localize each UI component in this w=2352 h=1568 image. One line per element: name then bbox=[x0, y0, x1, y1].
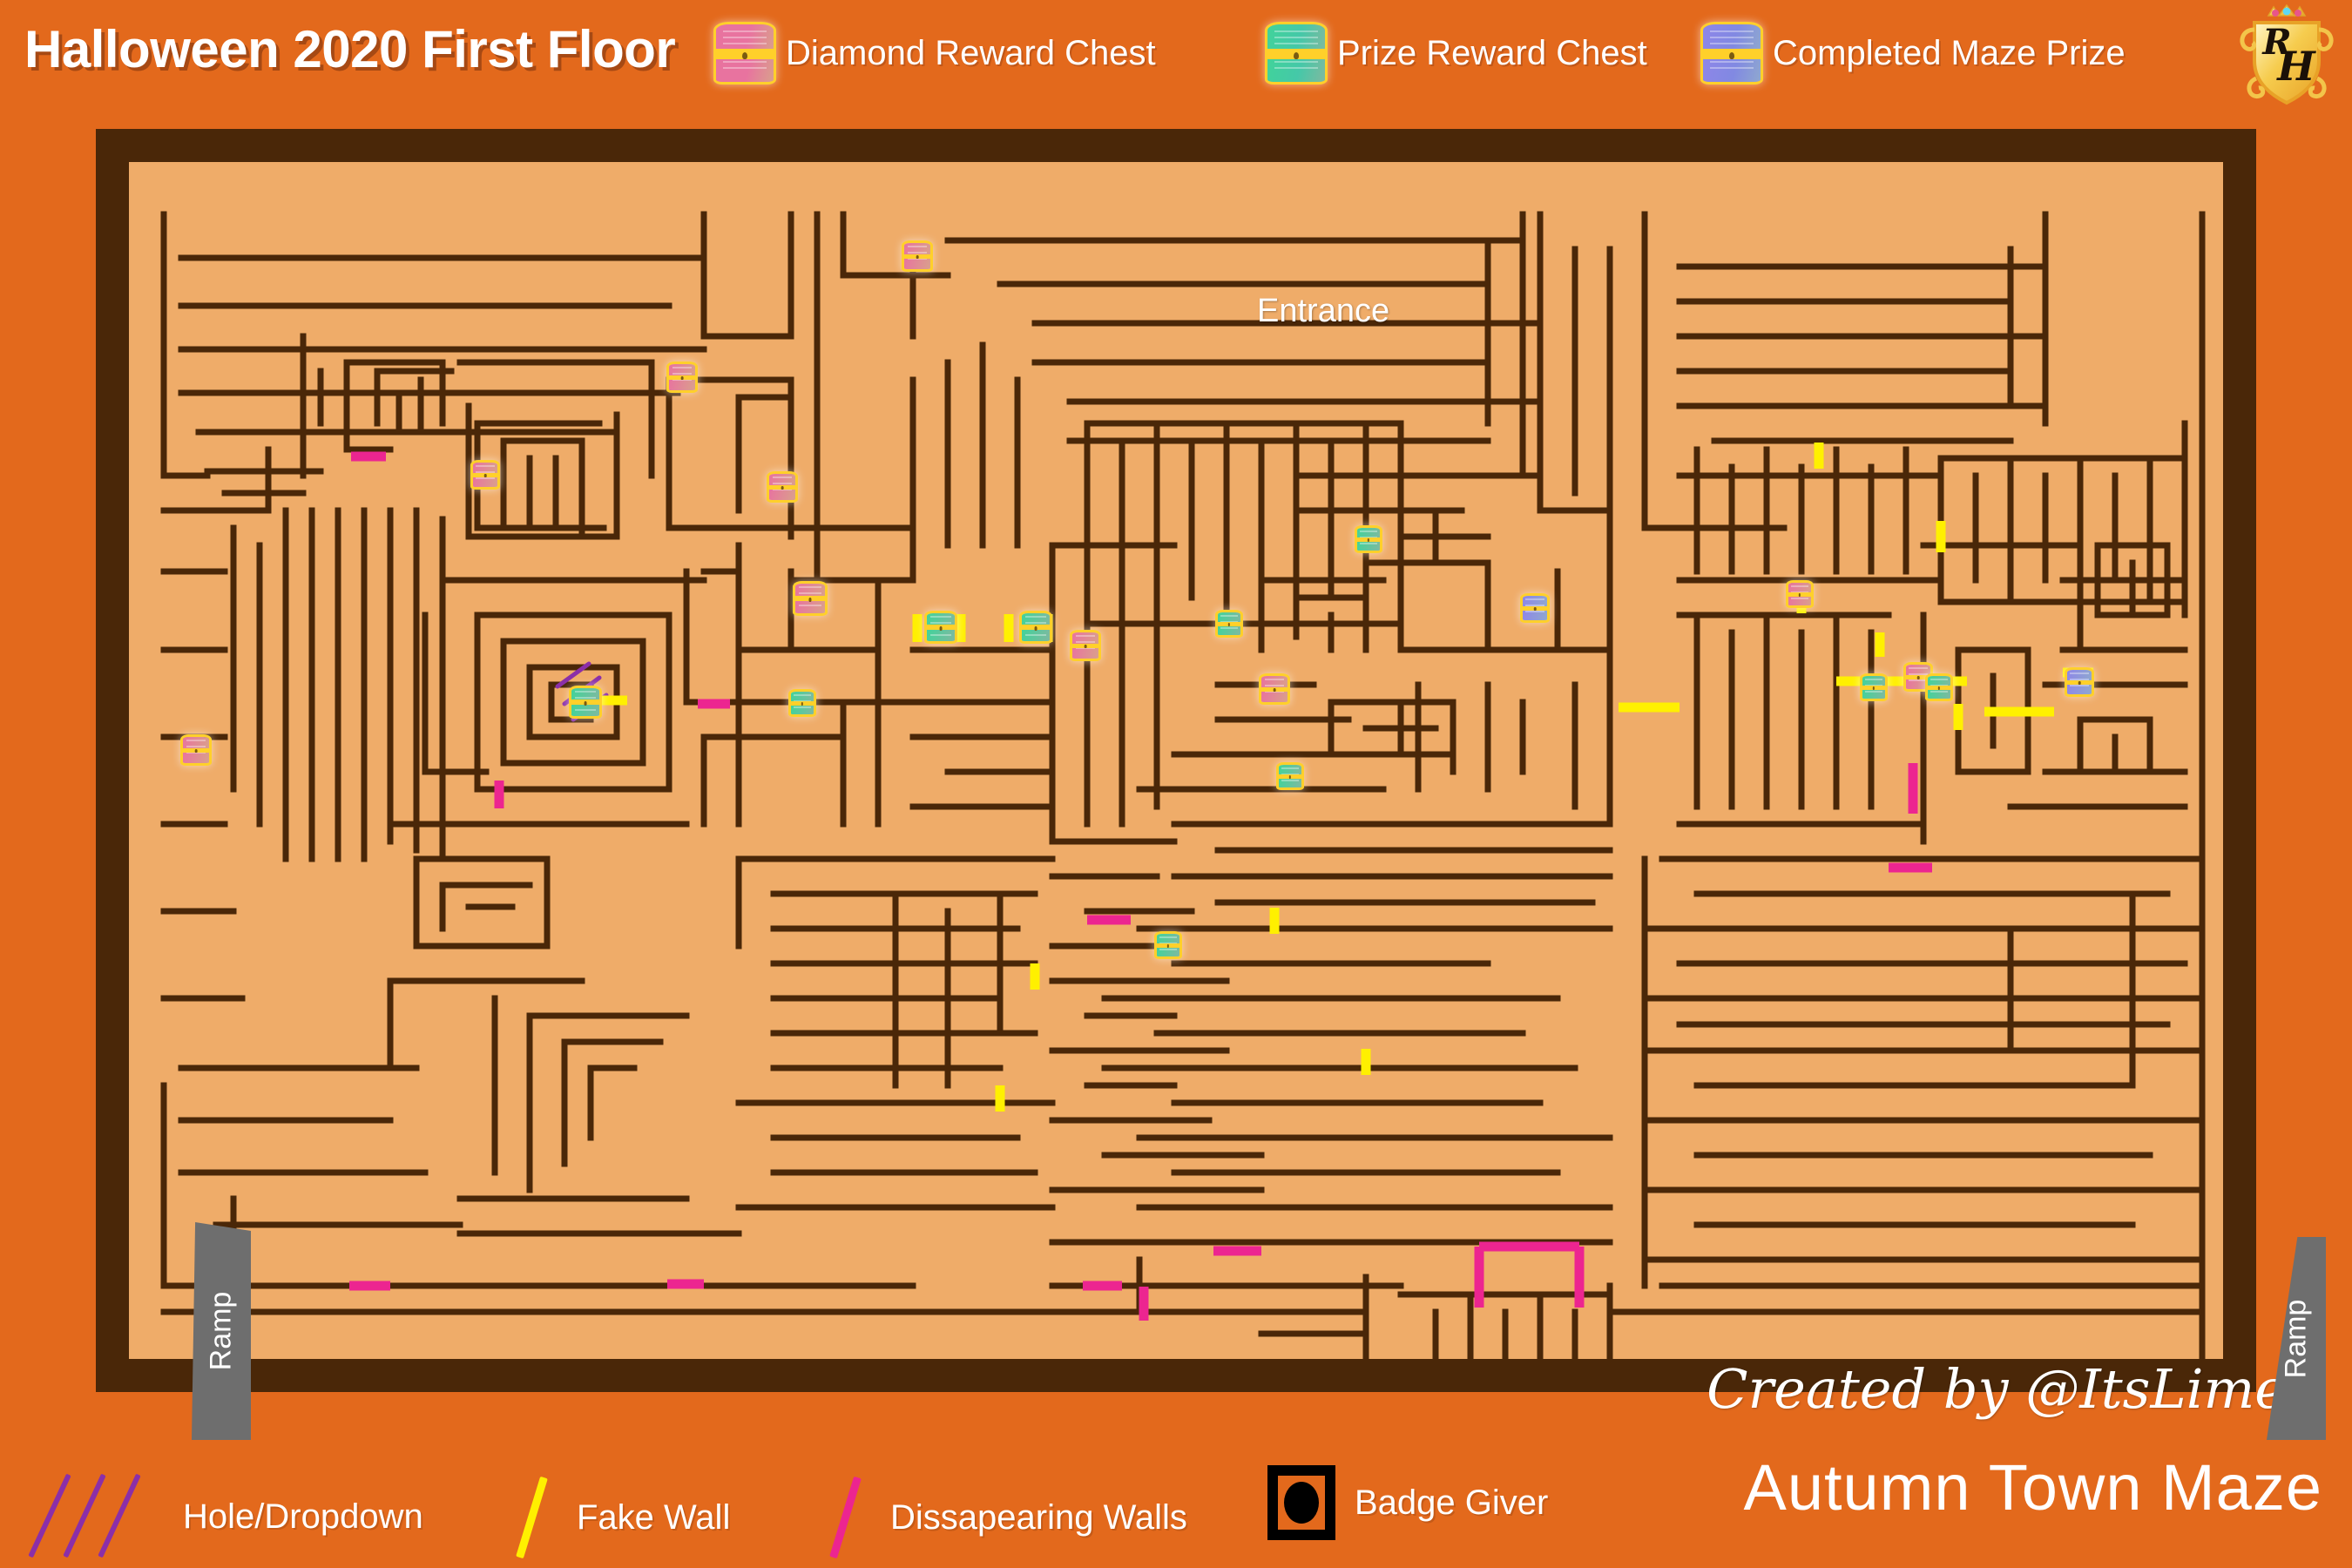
diagonal-hatch-icon bbox=[28, 1473, 164, 1558]
maze-frame: Entrance Door End Room Ramp Ramp bbox=[96, 129, 2326, 1440]
ramp-right[interactable]: Ramp bbox=[2267, 1237, 2326, 1440]
map-chest-diamond[interactable] bbox=[1259, 676, 1290, 702]
map-chest-prize[interactable] bbox=[1215, 612, 1243, 635]
map-chest-diamond[interactable] bbox=[470, 463, 500, 487]
diagonal-slash-icon bbox=[505, 1476, 558, 1559]
svg-text:H: H bbox=[2275, 43, 2316, 90]
map-chest-prize[interactable] bbox=[1019, 613, 1052, 641]
legend-label-disappearing-walls: Dissapearing Walls bbox=[890, 1497, 1187, 1537]
royalty-high-crest-logo: R H bbox=[2240, 3, 2334, 105]
map-chest-diamond[interactable] bbox=[902, 243, 933, 269]
map-chest-prize[interactable] bbox=[1276, 765, 1304, 787]
map-chest-completed[interactable] bbox=[2065, 670, 2094, 694]
map-chest-diamond[interactable] bbox=[1070, 632, 1101, 659]
maze-floor[interactable]: Entrance Door End Room bbox=[129, 162, 2223, 1359]
credit-author: Created by @ItsLimey bbox=[1707, 1357, 2317, 1421]
maze-name: Autumn Town Maze bbox=[1743, 1451, 2322, 1524]
treasure-chest-icon bbox=[1265, 24, 1328, 82]
legend-label-completed-prize: Completed Maze Prize bbox=[1773, 33, 2126, 72]
map-chest-diamond[interactable] bbox=[767, 474, 798, 500]
door-marker bbox=[1474, 1241, 1585, 1308]
legend-item-hole-dropdown: Hole/Dropdown bbox=[28, 1473, 423, 1558]
legend-item-disappearing-walls: Dissapearing Walls bbox=[819, 1476, 1187, 1559]
legend-label-badge-giver: Badge Giver bbox=[1355, 1483, 1549, 1522]
maze-walls bbox=[160, 211, 2206, 1359]
ramp-left-label: Ramp bbox=[204, 1291, 238, 1371]
legend-item-diamond-chest: Diamond Reward Chest bbox=[713, 24, 1156, 82]
map-chest-prize[interactable] bbox=[1925, 676, 1953, 699]
map-chest-diamond[interactable] bbox=[793, 584, 828, 613]
page-title: Halloween 2020 First Floor bbox=[24, 20, 676, 78]
map-chest-prize[interactable] bbox=[788, 692, 816, 714]
map-chest-prize[interactable] bbox=[1154, 934, 1182, 956]
map-chest-prize[interactable] bbox=[924, 613, 957, 641]
map-chest-prize[interactable] bbox=[569, 688, 602, 716]
ramp-right-label: Ramp bbox=[2279, 1299, 2313, 1378]
treasure-chest-icon bbox=[713, 24, 776, 82]
map-chest-diamond[interactable] bbox=[180, 737, 212, 763]
legend-item-fake-wall: Fake Wall bbox=[505, 1476, 731, 1559]
legend-label-prize-chest: Prize Reward Chest bbox=[1337, 33, 1647, 72]
diagonal-slash-icon bbox=[819, 1476, 871, 1559]
legend-label-fake-wall: Fake Wall bbox=[577, 1497, 731, 1537]
badge-giver-icon bbox=[1267, 1465, 1335, 1540]
map-chest-completed[interactable] bbox=[1520, 596, 1550, 620]
legend-item-prize-chest: Prize Reward Chest bbox=[1265, 24, 1647, 82]
map-chest-prize[interactable] bbox=[1355, 528, 1382, 551]
map-chest-diamond[interactable] bbox=[1786, 583, 1814, 605]
map-header: Halloween 2020 First Floor Diamond Rewar… bbox=[0, 0, 2352, 109]
entrance-label: Entrance bbox=[1257, 293, 1390, 329]
legend-label-hole-dropdown: Hole/Dropdown bbox=[183, 1497, 423, 1536]
map-chest-prize[interactable] bbox=[1860, 676, 1888, 699]
legend-label-diamond-chest: Diamond Reward Chest bbox=[786, 33, 1156, 72]
treasure-chest-icon bbox=[1700, 24, 1763, 82]
map-chest-diamond[interactable] bbox=[666, 364, 698, 390]
legend-item-badge-giver: Badge Giver bbox=[1267, 1465, 1548, 1540]
legend-item-completed-prize: Completed Maze Prize bbox=[1700, 24, 2126, 82]
ramp-left[interactable]: Ramp bbox=[192, 1222, 251, 1440]
